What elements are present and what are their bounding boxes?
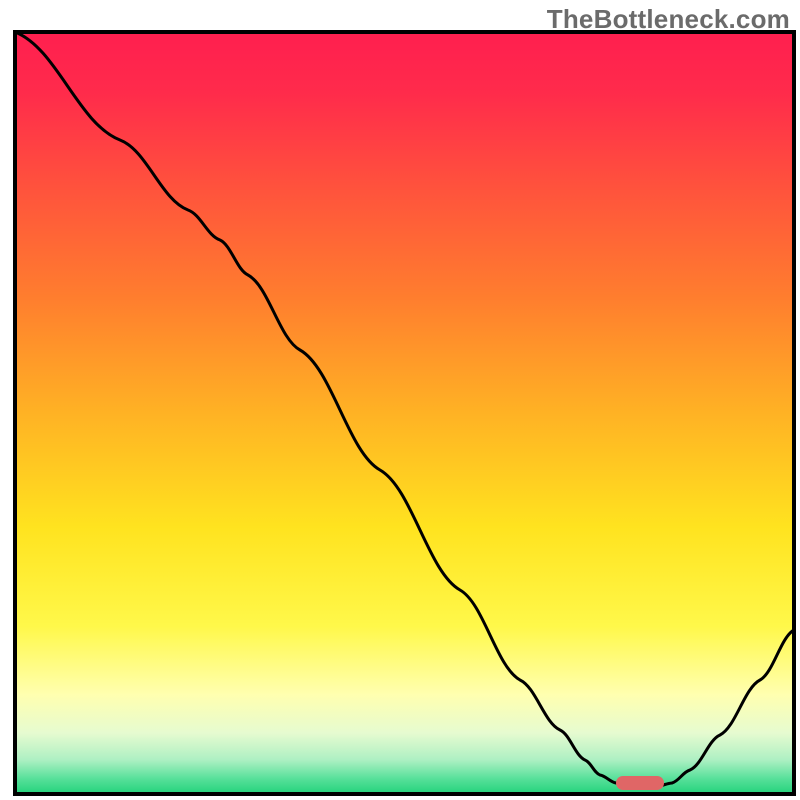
optimal-range-marker <box>616 776 664 790</box>
chart-svg <box>0 0 800 800</box>
bottleneck-chart: TheBottleneck.com <box>0 0 800 800</box>
watermark-text: TheBottleneck.com <box>547 4 790 35</box>
